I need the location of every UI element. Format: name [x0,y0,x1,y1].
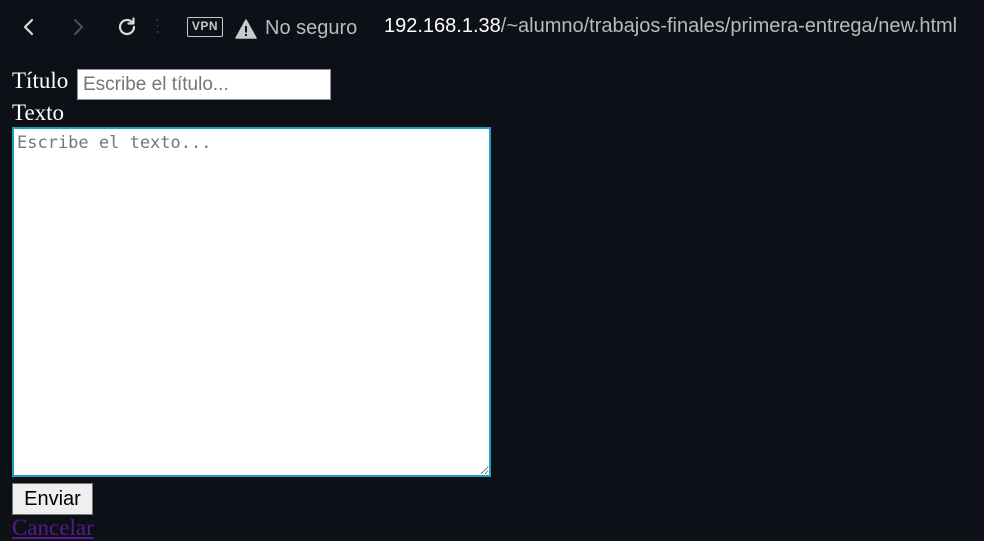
title-label: Título [12,68,69,93]
text-textarea[interactable] [12,127,491,477]
text-row: Texto [12,100,64,126]
warning-triangle-icon[interactable] [235,19,257,39]
address-bar[interactable]: 192.168.1.38/~alumno/trabajos-finales/pr… [384,15,957,38]
chevron-left-icon [23,18,34,36]
url-path: /~alumno/trabajos-finales/primera-entreg… [500,15,958,37]
submit-button[interactable]: Enviar [12,483,93,515]
vpn-badge[interactable]: VPN [187,17,223,37]
reload-icon [118,17,136,36]
browser-toolbar: VPN No seguro 192.168.1.38/~alumno/traba… [0,0,984,56]
security-status-label[interactable]: No seguro [265,17,357,40]
back-button[interactable] [14,12,44,42]
cancel-link[interactable]: Cancelar [12,515,94,541]
forward-button[interactable] [63,12,93,42]
text-label: Texto [12,100,65,125]
toolbar-separator [156,19,159,33]
url-host: 192.168.1.38 [384,15,501,37]
title-input[interactable] [77,69,331,100]
chevron-right-icon [73,18,84,36]
reload-button[interactable] [112,12,142,42]
title-row: Título [12,68,68,94]
